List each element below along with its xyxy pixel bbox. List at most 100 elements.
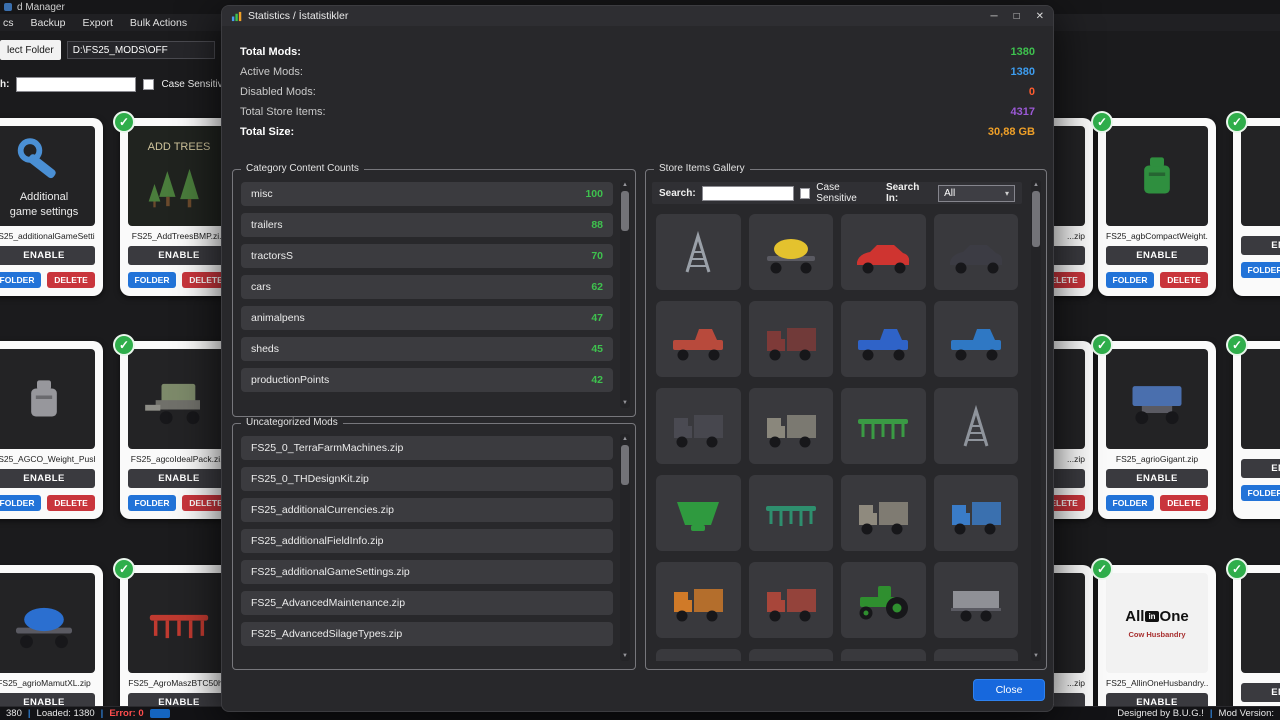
truck-icon [850,489,916,537]
enable-button[interactable]: ENABLE [1241,459,1280,478]
store-item-tile[interactable] [749,214,834,290]
trailer-icon [943,576,1009,624]
delete-button[interactable]: DELETE [1160,495,1208,511]
gallery-case-sensitive-checkbox[interactable] [800,188,811,199]
enable-button[interactable]: ENABLE [1106,469,1208,488]
mod-card: ✓ENABLEFOLDERDELETE [1233,341,1280,519]
status-count: 380 [6,708,22,719]
category-count: 70 [591,250,603,262]
folder-button[interactable]: FOLDER [0,272,41,288]
scrollbar-thumb[interactable] [621,445,629,485]
implement-icon [758,489,824,537]
store-item-tile[interactable] [841,475,926,551]
enable-button[interactable]: ENABLE [1241,236,1280,255]
gallery-search-input[interactable] [702,186,794,201]
store-item-tile[interactable] [656,649,741,661]
uncategorized-mod-row: FS25_AdvancedSilageTypes.zip [241,622,613,646]
store-item-tile[interactable] [656,214,741,290]
scroll-down-icon[interactable]: ▼ [620,652,630,660]
uncategorized-scrollbar[interactable]: ▲ ▼ [620,434,630,661]
store-item-tile[interactable] [749,301,834,377]
category-row: animalpens47 [241,306,613,330]
chevron-down-icon: ▾ [1005,189,1009,198]
folder-button[interactable]: FOLDER [1106,495,1154,511]
scroll-up-icon[interactable]: ▲ [620,181,630,189]
uncategorized-box-title: Uncategorized Mods [241,417,343,428]
thumbnail-text: ADD TREES [148,141,211,154]
close-icon[interactable]: ✕ [1036,11,1044,22]
store-item-tile[interactable] [656,301,741,377]
store-item-tile[interactable] [749,475,834,551]
stat-label: Total Store Items: [240,106,326,118]
close-button[interactable]: Close [973,679,1045,701]
mod-card: ✓ENABLEFOLDERDELETE [1233,118,1280,296]
enable-button[interactable]: ENABLE [128,469,230,488]
status-chip [150,709,170,718]
enable-button[interactable]: ENABLE [0,246,95,265]
store-item-tile[interactable] [841,301,926,377]
category-row: cars62 [241,275,613,299]
mod-filename: FS25_agbCompactWeight... [1106,231,1208,241]
mod-zip-name: FS25_0_THDesignKit.zip [251,473,369,485]
folder-button[interactable]: FOLDER [128,495,176,511]
store-item-tile[interactable] [749,388,834,464]
mod-thumbnail [128,573,230,673]
category-count: 47 [591,312,603,324]
delete-button[interactable]: DELETE [47,495,95,511]
delete-button[interactable]: DELETE [47,272,95,288]
folder-button[interactable]: FOLDER [1241,262,1280,278]
gallery-scrollbar[interactable]: ▲ ▼ [1031,180,1041,661]
uncategorized-mod-row: FS25_additionalFieldInfo.zip [241,529,613,553]
dialog-titlebar: Statistics / İstatistikler ─ □ ✕ [222,6,1053,26]
store-item-tile[interactable] [934,388,1019,464]
minimize-button[interactable]: ─ [990,11,997,22]
store-item-tile[interactable] [934,562,1019,638]
store-item-tile[interactable] [656,388,741,464]
category-scrollbar[interactable]: ▲ ▼ [620,180,630,408]
category-name: misc [251,188,273,200]
delete-button[interactable]: DELETE [1160,272,1208,288]
pickup-icon [943,315,1009,363]
scrollbar-thumb[interactable] [1032,191,1040,247]
weight-icon [4,371,84,427]
folder-button[interactable]: FOLDER [128,272,176,288]
store-item-tile[interactable] [934,649,1019,661]
scroll-down-icon[interactable]: ▼ [1031,652,1041,660]
stat-value: 0 [1029,86,1035,98]
enable-button[interactable]: ENABLE [1106,246,1208,265]
enable-button[interactable]: ENABLE [128,246,230,265]
store-item-tile[interactable] [841,214,926,290]
scroll-down-icon[interactable]: ▼ [620,399,630,407]
store-item-tile[interactable] [749,562,834,638]
store-item-tile[interactable] [749,649,834,661]
statistics-dialog: Statistics / İstatistikler ─ □ ✕ Total M… [221,5,1054,712]
mod-card: ✓FS25_agbCompactWeight...ENABLEFOLDERDEL… [1098,118,1216,296]
search-in-label: Search In: [886,182,932,204]
store-item-tile[interactable] [841,562,926,638]
store-item-tile[interactable] [656,562,741,638]
search-in-dropdown[interactable]: All ▾ [938,185,1015,202]
scroll-up-icon[interactable]: ▲ [620,435,630,443]
scroll-up-icon[interactable]: ▲ [1031,181,1041,189]
maximize-button[interactable]: □ [1014,11,1020,22]
category-count: 88 [591,219,603,231]
status-check-icon: ✓ [1226,334,1248,356]
stat-row: Total Store Items:4317 [240,102,1035,122]
scrollbar-thumb[interactable] [621,191,629,231]
category-row: tractorsS70 [241,244,613,268]
store-item-tile[interactable] [934,475,1019,551]
mod-card: ✓FS25_agrioGigant.zipENABLEFOLDERDELETE [1098,341,1216,519]
folder-button[interactable]: FOLDER [1106,272,1154,288]
enable-button[interactable]: ENABLE [1241,683,1280,702]
store-item-tile[interactable] [841,388,926,464]
store-item-tile[interactable] [934,301,1019,377]
folder-button[interactable]: FOLDER [1241,485,1280,501]
category-row: trailers88 [241,213,613,237]
enable-button[interactable]: ENABLE [0,469,95,488]
store-item-tile[interactable] [934,214,1019,290]
store-item-tile[interactable] [841,649,926,661]
harvester-icon [139,371,219,427]
folder-button[interactable]: FOLDER [0,495,41,511]
stat-label: Disabled Mods: [240,86,316,98]
store-item-tile[interactable] [656,475,741,551]
